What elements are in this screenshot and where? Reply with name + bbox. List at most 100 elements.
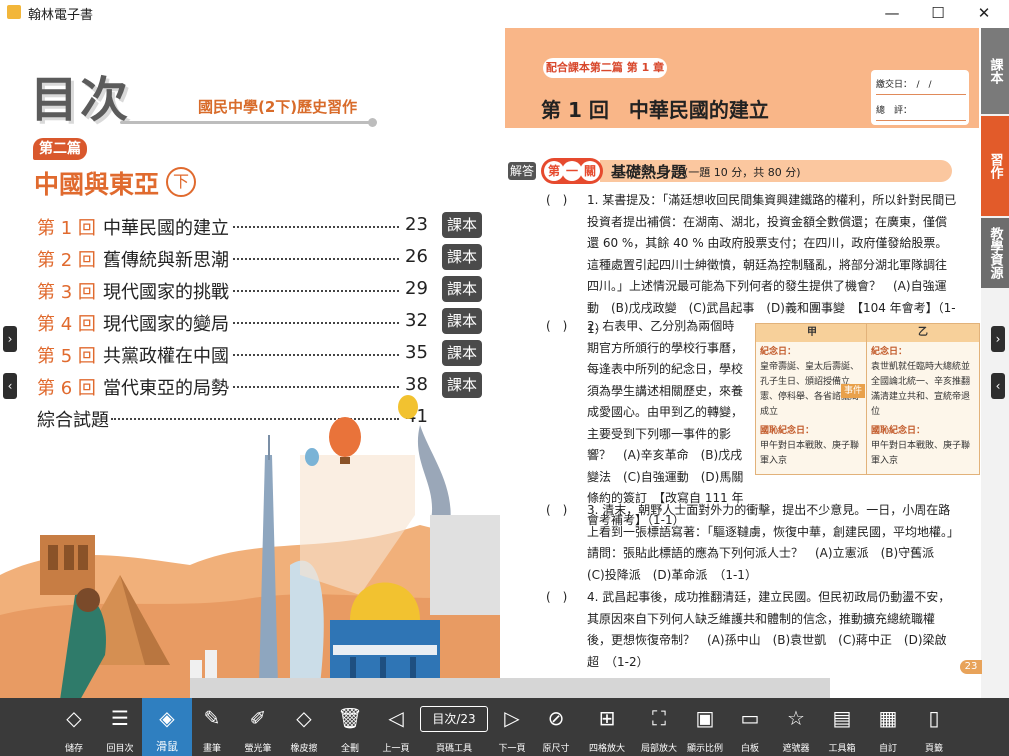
whiteboard-button[interactable]: ▭ 白板 — [726, 698, 774, 756]
bookmark-icon: ▯ — [928, 706, 940, 730]
textbook-link-button[interactable]: 課本 — [442, 308, 482, 334]
maximize-button[interactable]: ☐ — [915, 0, 961, 26]
grid-icon: ⊞ — [598, 706, 616, 730]
custom-button[interactable]: ▦ 自訂 — [864, 698, 912, 756]
triangle-right-icon: ▷ — [504, 706, 520, 730]
cursor-icon: ◈ — [159, 706, 175, 730]
page-indicator[interactable]: 目次/23 — [420, 706, 488, 732]
toc-item-page: 38 — [405, 374, 428, 395]
table-label: 紀念日： — [760, 347, 797, 357]
table-head: 乙 — [867, 324, 979, 342]
answer-blank[interactable]: ( ) — [546, 500, 567, 522]
eraser-button[interactable]: ◇ 橡皮擦 — [280, 698, 328, 756]
highlighter-icon: ✐ — [249, 706, 267, 730]
prev-page-arrow-right[interactable]: ‹ — [991, 373, 1005, 399]
toc-item-title: 共黨政權在中國 — [103, 346, 229, 367]
submission-info-box: 繳交日： / / 總 評： — [871, 70, 969, 125]
prev-page-button[interactable]: ◁ 上一頁 — [372, 698, 420, 756]
lesson-title: 第 1 回 中華民國的建立 — [541, 98, 769, 122]
textbook-link-button[interactable]: 課本 — [442, 212, 482, 238]
save-button[interactable]: ◇ 儲存 — [50, 698, 98, 756]
level-char: 一 — [562, 161, 582, 181]
next-page-button[interactable]: ▷ 下一頁 — [488, 698, 536, 756]
toc-title: 目次 — [30, 72, 131, 128]
level-char: 第 — [544, 161, 564, 181]
quad-zoom-button[interactable]: ⊞ 四格放大 — [580, 698, 634, 756]
original-size-button[interactable]: ⊘ 原尺寸 — [532, 698, 580, 756]
chapter-reference-pill: 配合課本第二篇 第 1 章 — [543, 58, 667, 78]
part-volume-badge: 下 — [166, 167, 196, 197]
info-rule — [876, 120, 966, 121]
toc-item-title: 中華民國的建立 — [103, 218, 229, 239]
toc-item-number: 第 3 回 — [37, 282, 96, 303]
question-item: ( ) 4. 武昌起事後，成功推翻清廷，建立民國。但民初政局仍動盪不安，其原因來… — [546, 587, 958, 669]
display-ratio-button[interactable]: ▣ 顯示比例 — [680, 698, 730, 756]
level-badge: 第 一 關 — [541, 158, 603, 184]
pen-icon: ✎ — [203, 706, 221, 730]
table-body: 袁世凱就任臨時大總統並全國論北統一、辛亥推翻滿清建立共和、宣統帝退位 — [871, 362, 971, 417]
textbook-link-button[interactable]: 課本 — [442, 244, 482, 270]
toc-item[interactable]: 第 3 回 現代國家的挑戰 29 課本 — [37, 276, 487, 304]
eraser-icon: ◇ — [296, 706, 312, 730]
bookmark-button[interactable]: ▯ 頁籤 — [910, 698, 958, 756]
partial-zoom-button[interactable]: ⛶ 局部放大 — [634, 698, 684, 756]
toc-item[interactable]: 第 4 回 現代國家的變局 32 課本 — [37, 308, 487, 336]
tab-teaching-resources[interactable]: 教學資源 — [981, 218, 1009, 288]
answer-button[interactable]: 解答 — [508, 162, 536, 180]
back-to-toc-button[interactable]: ☰ 回目次 — [96, 698, 144, 756]
mouse-tool-button[interactable]: ◈ 滑鼠 — [142, 698, 192, 756]
toc-item-page: 35 — [405, 342, 428, 363]
textbook-link-button[interactable]: 課本 — [442, 340, 482, 366]
pen-button[interactable]: ✎ 畫筆 — [190, 698, 234, 756]
toc-leader — [233, 354, 399, 356]
toc-leader — [233, 322, 399, 324]
star-icon: ☆ — [787, 706, 805, 730]
toc-item[interactable]: 第 2 回 舊傳統與新思潮 26 課本 — [37, 244, 487, 272]
submission-date-label: 繳交日： / / — [876, 80, 932, 90]
answer-blank[interactable]: ( ) — [546, 316, 567, 338]
triangle-left-icon: ◁ — [388, 706, 404, 730]
next-page-arrow-left[interactable]: › — [3, 326, 17, 352]
toolbox-icon: ▤ — [832, 706, 852, 730]
custom-icon: ▦ — [878, 706, 898, 730]
trash-icon: 🗑 — [337, 706, 363, 730]
minimize-button[interactable]: — — [869, 0, 915, 26]
eraser-save-icon: ◇ — [66, 706, 82, 730]
toc-item-title: 現代國家的變局 — [103, 314, 229, 335]
calendar-table-yi: 乙 紀念日： 袁世凱就任臨時大總統並全國論北統一、辛亥推翻滿清建立共和、宣統帝退… — [866, 323, 980, 475]
toolbox-button[interactable]: ▤ 工具箱 — [818, 698, 866, 756]
question-text: 3. 清末，朝野人士面對外力的衝擊，提出不少意見。一日，小周在路上看到一張標語寫… — [587, 503, 954, 582]
page-scrollbar[interactable] — [190, 678, 830, 698]
whiteboard-icon: ▭ — [740, 706, 760, 730]
toc-item[interactable]: 第 5 回 共黨政權在中國 35 課本 — [37, 340, 487, 368]
clear-all-button[interactable]: 🗑 全刪 — [326, 698, 374, 756]
table-head: 甲 — [756, 324, 868, 342]
title-bar: 翰林電子書 — ☐ ✕ — [0, 0, 1009, 26]
calendar-table-jia: 甲 紀念日： 皇帝壽誕、皇太后壽誕、孔子生日、頒詔授備立憲、停科舉、各省諮議局成… — [755, 323, 869, 475]
highlighter-button[interactable]: ✐ 螢光筆 — [234, 698, 282, 756]
list-icon: ☰ — [111, 706, 129, 730]
table-label: 國恥紀念日： — [760, 426, 815, 436]
focus-icon: ⛶ — [652, 706, 666, 730]
next-page-arrow-right[interactable]: › — [991, 326, 1005, 352]
toc-item[interactable]: 第 1 回 中華民國的建立 23 課本 — [37, 212, 487, 240]
event-arrow: 事件 — [841, 384, 865, 398]
resource-sidebar: 課本 習作 教學資源 — [981, 28, 1009, 698]
app-icon — [7, 5, 21, 19]
table-body: 甲午對日本戰敗、庚子聯軍入京 — [760, 441, 860, 466]
landmarks-illustration — [0, 395, 500, 700]
level-char: 關 — [580, 161, 600, 181]
toc-item-title: 舊傳統與新思潮 — [103, 250, 229, 271]
prev-page-arrow-left[interactable]: ‹ — [3, 373, 17, 399]
cover-tool-button[interactable]: ☆ 遮號器 — [772, 698, 820, 756]
table-label: 紀念日： — [871, 347, 908, 357]
toc-leader — [233, 290, 399, 292]
tab-textbook[interactable]: 課本 — [981, 28, 1009, 114]
table-label: 國恥紀念日： — [871, 426, 926, 436]
answer-blank[interactable]: ( ) — [546, 587, 567, 609]
toc-item-title: 現代國家的挑戰 — [103, 282, 229, 303]
answer-blank[interactable]: ( ) — [546, 190, 567, 212]
textbook-link-button[interactable]: 課本 — [442, 276, 482, 302]
tab-workbook[interactable]: 習作 — [981, 116, 1009, 216]
close-button[interactable]: ✕ — [961, 0, 1007, 26]
